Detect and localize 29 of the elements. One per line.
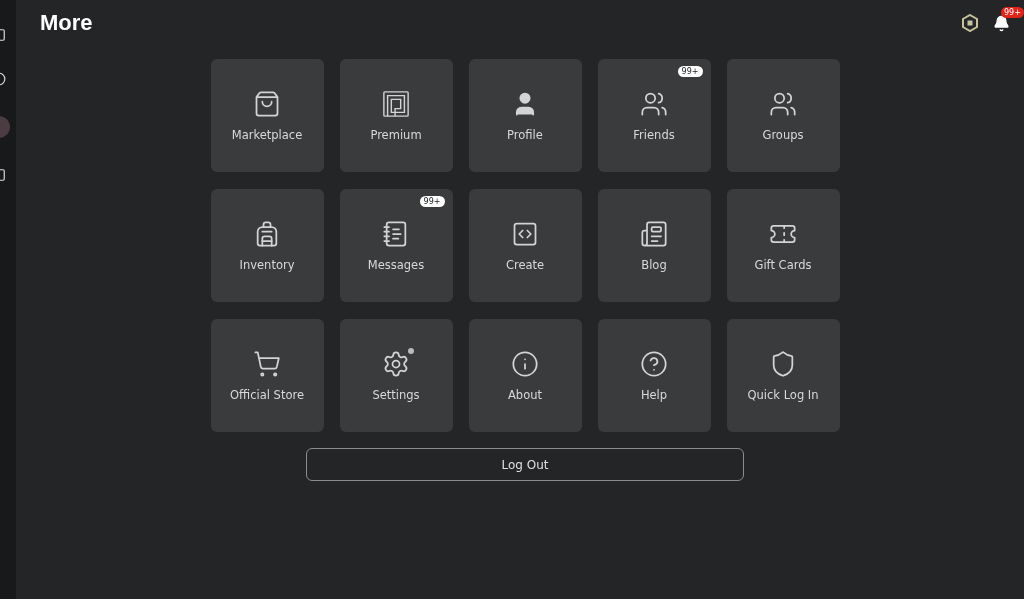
menu-tile[interactable]: Help	[597, 319, 711, 432]
menu-tile[interactable]: Marketplace	[210, 59, 324, 172]
blog-icon	[640, 219, 668, 248]
logout-button[interactable]: Log Out	[306, 448, 744, 481]
menu-tile[interactable]: Create	[468, 189, 582, 302]
settings-icon	[382, 349, 410, 378]
page-title: More	[40, 10, 93, 36]
menu-tile[interactable]: Groups	[726, 59, 840, 172]
notification-badge: 99+	[1001, 6, 1024, 18]
count-badge: 99+	[419, 196, 445, 207]
premium-icon	[382, 89, 410, 118]
count-badge: 99+	[677, 66, 703, 77]
menu-tile[interactable]: Official Store	[210, 319, 324, 432]
menu-tile[interactable]: Settings	[339, 319, 453, 432]
menu-tile[interactable]: Profile	[468, 59, 582, 172]
menu-tile[interactable]: Gift Cards	[726, 189, 840, 302]
menu-tile[interactable]: Blog	[597, 189, 711, 302]
currency-icon[interactable]	[961, 14, 979, 32]
menu-tile[interactable]: Friends 99+	[597, 59, 711, 172]
menu-tile[interactable]: Premium	[339, 59, 453, 172]
menu-tile[interactable]: Quick Log In	[726, 319, 840, 432]
notifications-icon[interactable]	[993, 14, 1010, 32]
shopping-bag-icon	[253, 89, 281, 118]
info-icon	[511, 349, 539, 378]
menu-tile[interactable]: About	[468, 319, 582, 432]
help-icon	[640, 349, 668, 378]
cart-icon	[253, 349, 281, 378]
menu-tile[interactable]: Inventory	[210, 189, 324, 302]
menu-tile[interactable]: Messages 99+	[339, 189, 453, 302]
